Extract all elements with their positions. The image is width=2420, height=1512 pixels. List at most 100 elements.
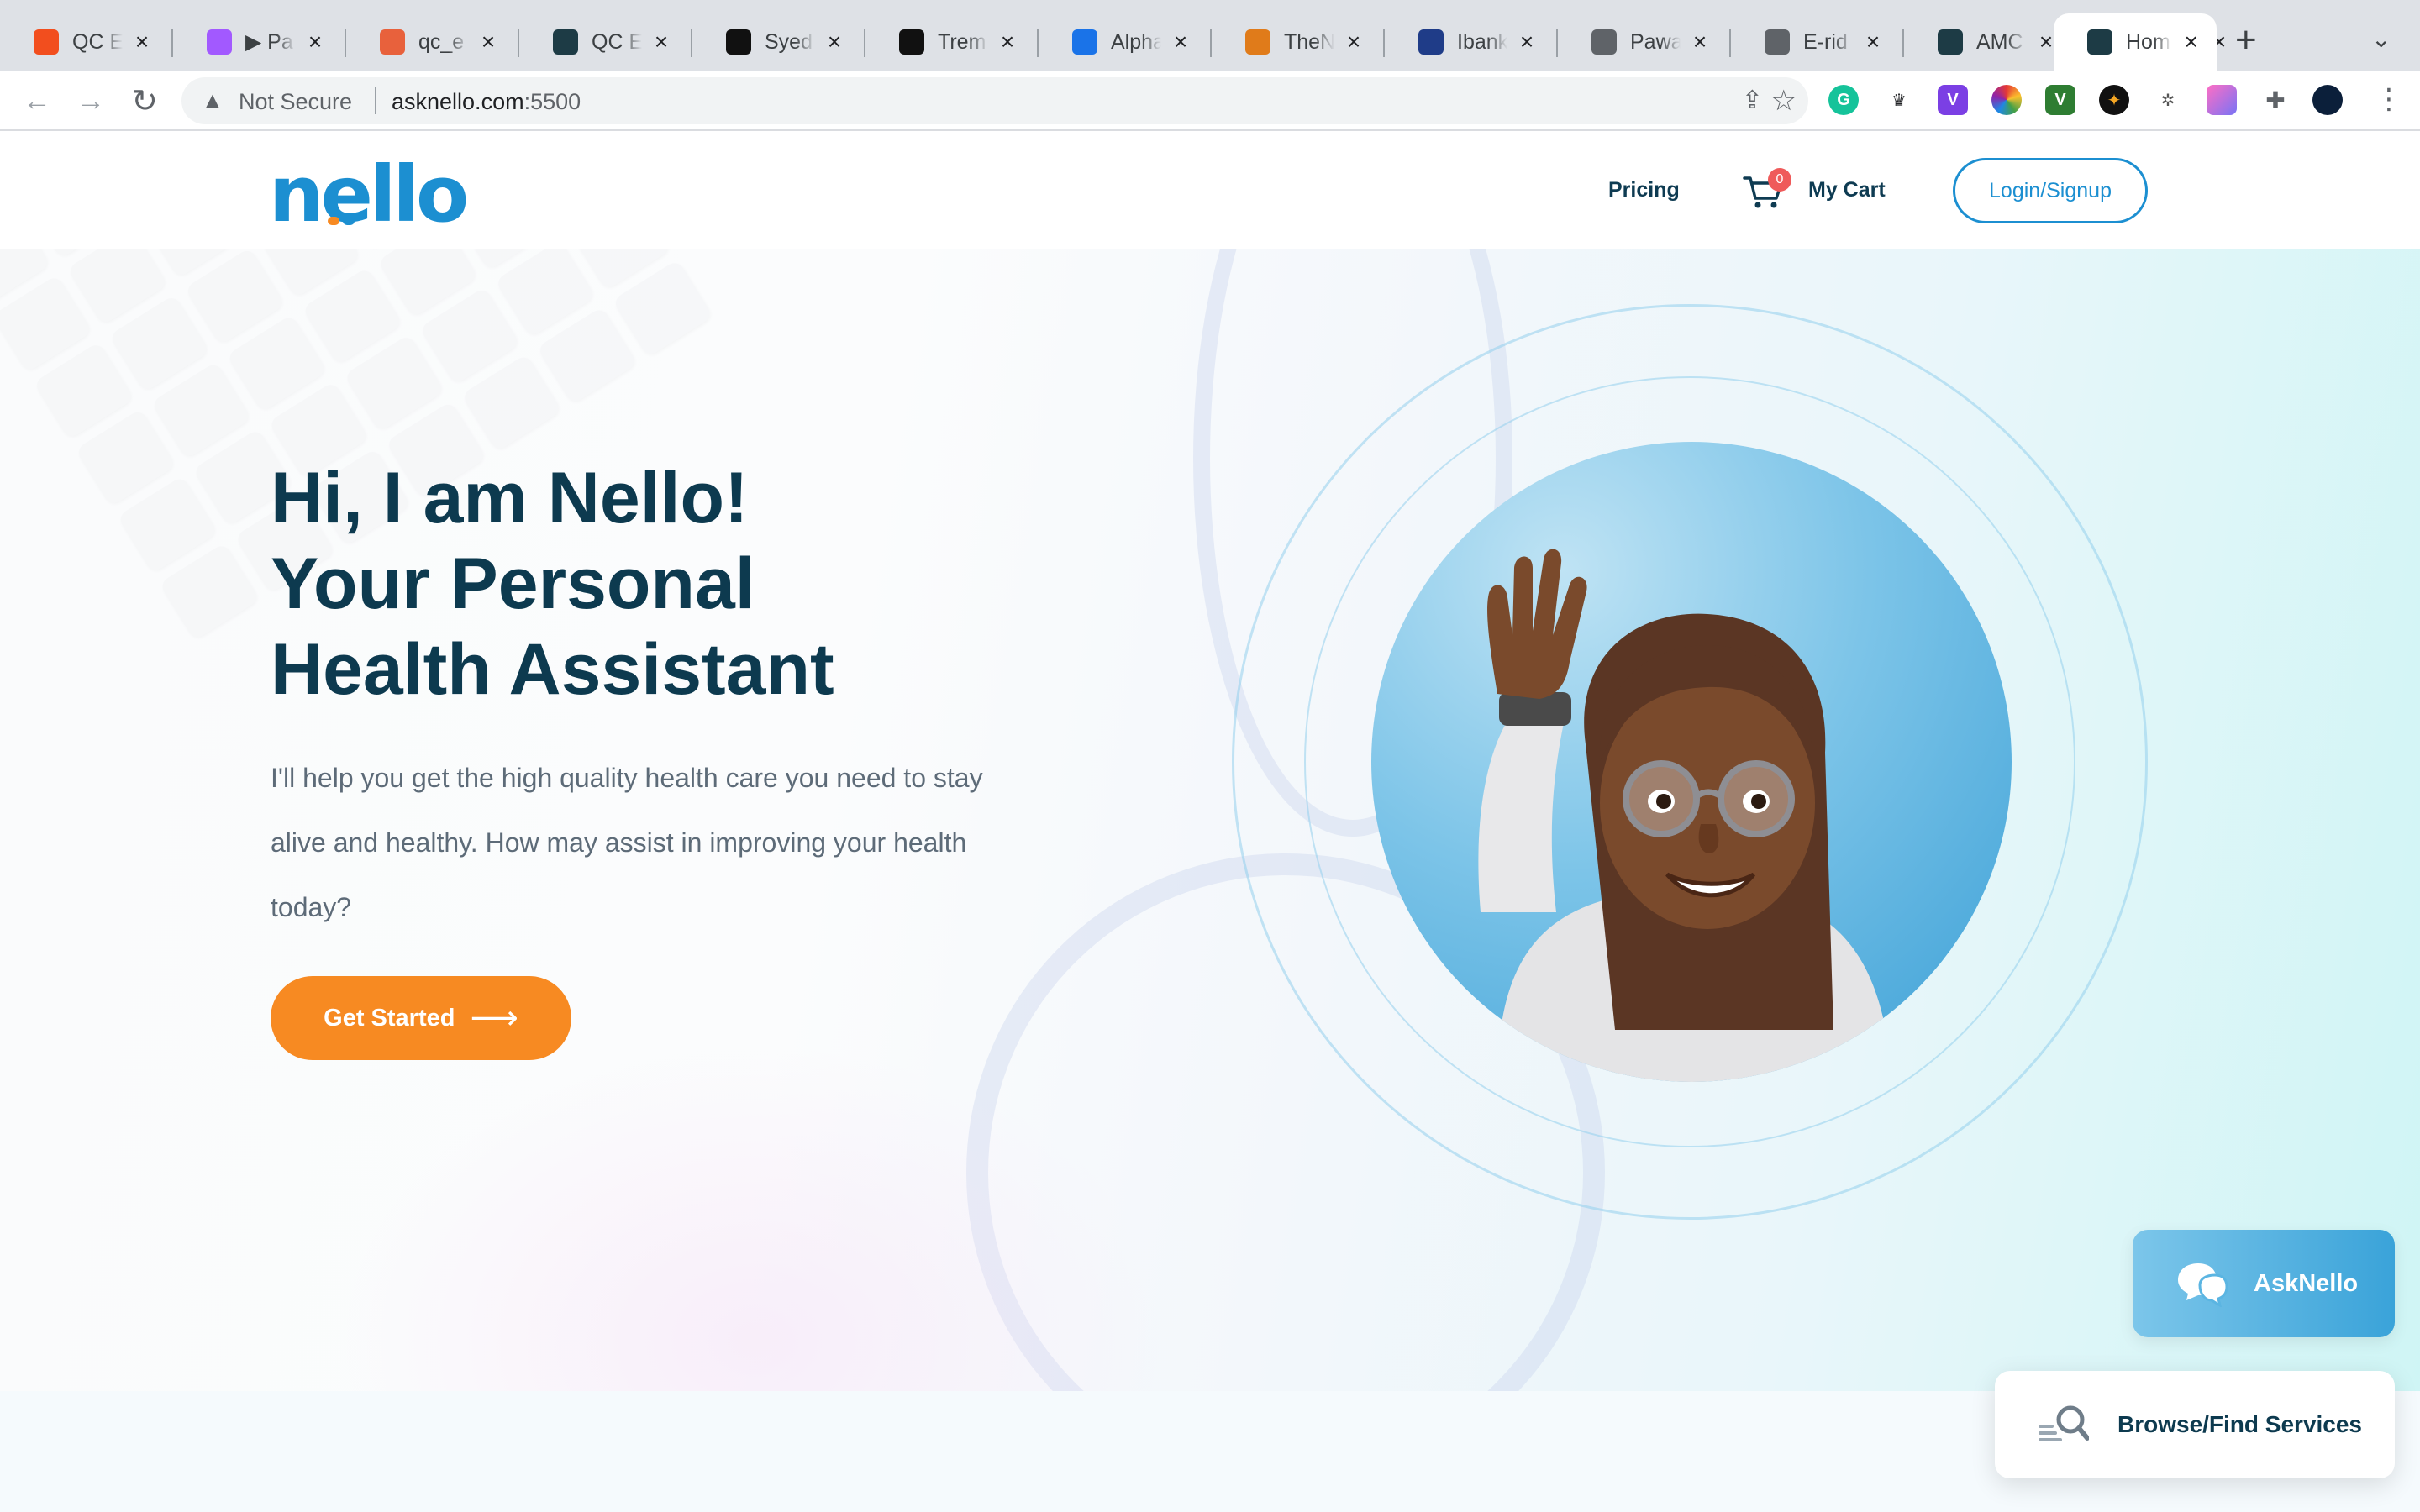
close-tab-icon[interactable]: × (2181, 29, 2202, 55)
browser-tab[interactable]: Syed × (692, 13, 865, 71)
share-icon[interactable]: ⇪ (1742, 86, 1763, 115)
browser-tab[interactable]: Hom × (2054, 13, 2217, 71)
figma-icon (34, 29, 59, 55)
chat-bubbles-icon (2178, 1263, 2228, 1307)
browser-window: QC E × ▶ Pa × qc_e × QC E × Syed × Trem × Alpha × TheN… (0, 0, 2420, 1512)
wappalyzer-extension-icon[interactable]: V (2045, 85, 2075, 115)
gradient-extension-icon[interactable] (2207, 85, 2237, 115)
browser-tab[interactable]: AMC × (1904, 13, 2077, 71)
login-signup-button[interactable]: Login/Signup (1953, 158, 2148, 223)
browser-tab-label: Trem (938, 29, 986, 54)
thenation-icon (1245, 29, 1270, 55)
cart-count-badge: 0 (1768, 168, 1791, 192)
browser-tab[interactable]: TheN × (1212, 13, 1385, 71)
globe-icon (1765, 29, 1790, 55)
warning-triangle-icon: ▲ (202, 87, 224, 113)
new-tab-icon[interactable]: + (2235, 22, 2257, 59)
forward-arrow-icon[interactable]: → (72, 82, 109, 119)
qc-app-icon (380, 29, 405, 55)
browser-tab-label: ▶ Pa (245, 30, 293, 54)
browser-tab[interactable]: E-rid × (1731, 13, 1904, 71)
close-tab-icon[interactable]: × (997, 29, 1018, 55)
react-icon (2087, 29, 2112, 55)
get-started-button[interactable]: Get Started ⟶ (271, 976, 571, 1060)
tab-search-chevron-icon[interactable]: ⌄ (2371, 25, 2391, 53)
browse-find-services-button[interactable]: Browse/Find Services (1995, 1371, 2395, 1478)
close-tab-icon[interactable]: × (650, 29, 672, 55)
alpha-logo-icon (1072, 29, 1097, 55)
browser-tab-label: E-rid (1803, 29, 1848, 54)
hero-heading: Hi, I am Nello! Your Personal Health Ass… (271, 455, 1111, 712)
react-icon (553, 29, 578, 55)
browser-tab[interactable]: Trem × (865, 13, 1039, 71)
fire-extension-icon[interactable]: ✦ (2099, 85, 2129, 115)
browser-tab[interactable]: ▶ Pa × (173, 13, 346, 71)
close-tab-icon[interactable]: × (1689, 29, 1711, 55)
tab-strip: QC E × ▶ Pa × qc_e × QC E × Syed × Trem × Alpha × TheN… (0, 0, 2420, 71)
hero-section: Hi, I am Nello! Your Personal Health Ass… (0, 249, 2420, 1391)
browse-find-services-label: Browse/Find Services (2118, 1411, 2363, 1437)
browser-tab-label: Hom (2126, 29, 2170, 54)
browser-tab-label: Pawa (1630, 29, 1681, 54)
omnibox-divider (375, 87, 376, 114)
t-logo-icon (899, 29, 924, 55)
profile-avatar-icon[interactable] (2312, 85, 2343, 115)
address-bar[interactable]: ▲ Not Secure asknello.com:5500 ⇪ ☆ (182, 77, 1808, 124)
puzzle-extensions-icon[interactable]: ✚ (2260, 85, 2291, 115)
get-started-label: Get Started (324, 1004, 455, 1032)
hero-heading-line: Health Assistant (271, 629, 834, 710)
globe-icon (1591, 29, 1617, 55)
close-tab-icon[interactable]: × (304, 29, 326, 55)
waving-memoji-illustration (1478, 549, 1892, 1082)
browser-tab-label: qc_e (418, 29, 465, 54)
browser-menu-icon[interactable]: ⋮ (2375, 82, 2403, 116)
color-picker-extension-icon[interactable] (1991, 85, 2022, 115)
ask-nello-label: AskNello (2254, 1269, 2359, 1297)
nello-logo[interactable]: nello (269, 150, 469, 239)
browser-tab[interactable]: QC E × (0, 13, 173, 71)
browser-tab[interactable]: QC E × (519, 13, 692, 71)
url-text[interactable]: asknello.com:5500 (392, 89, 581, 115)
arrow-right-icon: ⟶ (470, 1000, 518, 1037)
browser-tab-label: Alpha (1111, 29, 1161, 54)
hero-heading-line: Your Personal (271, 543, 755, 624)
browser-tab-label: AMC (1976, 29, 2023, 54)
ask-nello-chat-button[interactable]: AskNello (2133, 1230, 2395, 1337)
security-label: Not Secure (239, 89, 353, 114)
browser-tab-label: QC E (72, 29, 123, 54)
openai-icon (1418, 29, 1444, 55)
reload-icon[interactable]: ↻ (126, 82, 163, 119)
s-logo-icon (726, 29, 751, 55)
logo-accent-dots (328, 217, 355, 225)
react-icon (1938, 29, 1963, 55)
browser-tab-label: Ibank (1457, 29, 1507, 54)
browser-tab-label: TheN (1284, 29, 1334, 54)
close-tab-icon[interactable]: × (1170, 29, 1192, 55)
hero-description: I'll help you get the high quality healt… (271, 763, 983, 922)
close-tab-icon[interactable]: × (1862, 29, 1884, 55)
figma-icon (207, 29, 232, 55)
grammarly-extension-icon[interactable]: G (1828, 85, 1859, 115)
v-extension-icon[interactable]: V (1938, 85, 1968, 115)
hero-heading-line: Hi, I am Nello! (271, 458, 749, 538)
search-services-icon (2039, 1405, 2089, 1441)
browser-tab[interactable]: qc_e × (346, 13, 519, 71)
back-arrow-icon[interactable]: ← (18, 82, 55, 119)
nav-pricing-link[interactable]: Pricing (1608, 178, 1680, 202)
close-tab-icon[interactable]: × (477, 29, 499, 55)
bookmark-star-icon[interactable]: ☆ (1771, 84, 1797, 118)
crown-extension-icon[interactable]: ♛ (1884, 85, 1914, 115)
close-tab-icon[interactable]: × (823, 29, 845, 55)
close-tab-icon[interactable]: × (131, 29, 153, 55)
browser-tab-label: Syed (765, 29, 813, 54)
nav-my-cart-link[interactable]: My Cart (1808, 178, 1886, 202)
close-tab-icon[interactable]: × (1516, 29, 1538, 55)
browser-tab-label: QC E (592, 29, 642, 54)
nello-avatar-circle (1371, 442, 2012, 1082)
browser-tab[interactable]: Pawa × (1558, 13, 1731, 71)
close-tab-icon[interactable]: × (1343, 29, 1365, 55)
browser-tab[interactable]: Alpha × (1039, 13, 1212, 71)
bug-extension-icon[interactable]: ✲ (2153, 85, 2183, 115)
browser-tab[interactable]: Ibank × (1385, 13, 1558, 71)
site-header: nello Pricing 0 My Cart Login/Signup (0, 133, 2420, 249)
